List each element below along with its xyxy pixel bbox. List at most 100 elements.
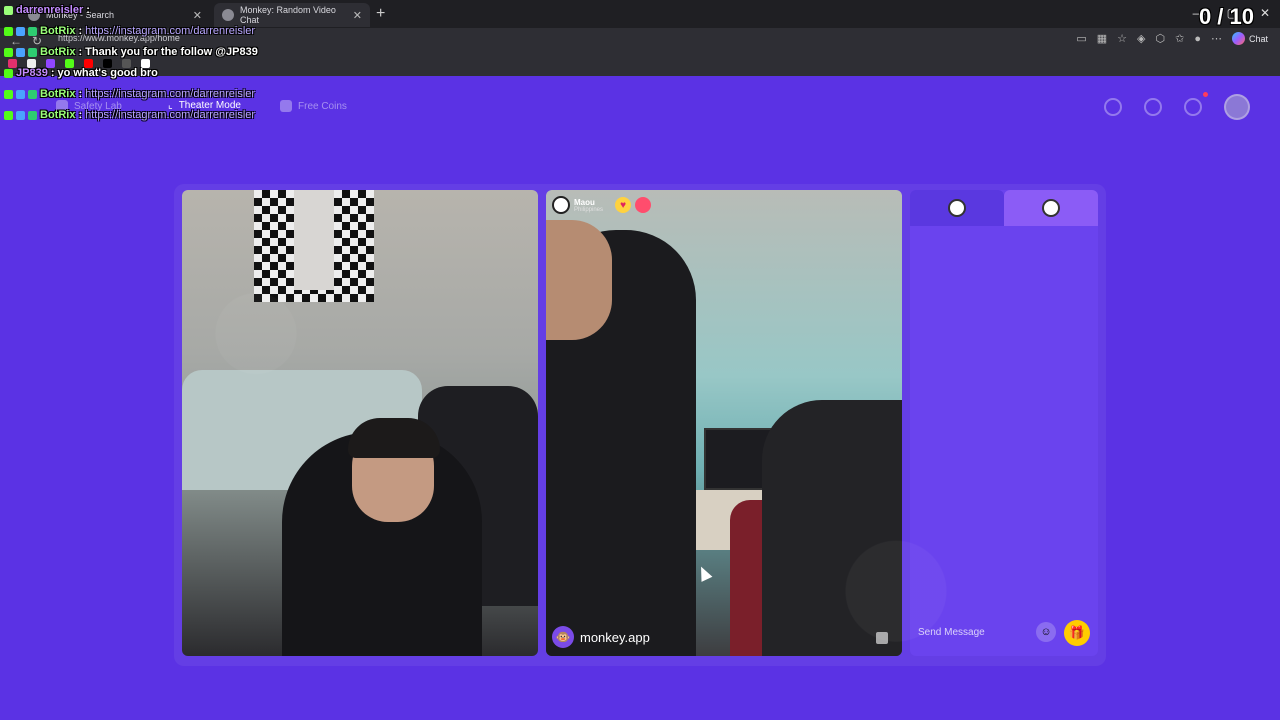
- peer-name: Maou: [574, 197, 595, 207]
- threads-icon: [122, 59, 131, 68]
- nav-label: Free Coins: [298, 100, 347, 112]
- copilot-chat-button[interactable]: Chat: [1231, 32, 1268, 45]
- chat-separator: :: [78, 25, 83, 37]
- send-flag: [294, 190, 334, 290]
- monkey-avatar-icon: [552, 196, 570, 214]
- close-window-icon[interactable]: ✕: [1260, 6, 1270, 20]
- nav-free-coins[interactable]: Free Coins: [280, 100, 347, 112]
- coin-icon: [280, 100, 292, 112]
- notification-dot: [1203, 92, 1208, 97]
- chat-text: https://instagram.com/darrenreisler: [85, 88, 256, 100]
- self-video: [182, 190, 538, 656]
- chat-user: BotRix: [40, 46, 76, 58]
- top-right-icons: [1104, 94, 1250, 120]
- kick-icon: [4, 47, 13, 57]
- chat-panel: Send Message ☺ 🎁: [910, 190, 1098, 656]
- user-avatar[interactable]: [1224, 94, 1250, 120]
- chat-message: BotRix : https://instagram.com/darrenrei…: [4, 109, 255, 121]
- chat-separator: :: [78, 109, 83, 121]
- twitch-icon: [46, 59, 55, 68]
- monkey-page: Safety Lab ⌞ Theater Mode Free Coins Mao…: [0, 76, 1280, 720]
- social-icons: [8, 59, 150, 68]
- favorites-icon[interactable]: ✩: [1175, 32, 1184, 45]
- kick-icon: [4, 26, 13, 36]
- monkey-logo-icon: 🐵: [552, 626, 574, 648]
- peer-badge[interactable]: Maou Philippines ♥: [552, 196, 652, 214]
- emoji-icon[interactable]: ☺: [1036, 622, 1056, 642]
- close-tab-icon[interactable]: ✕: [193, 9, 202, 22]
- bot-icon: [16, 47, 25, 57]
- new-tab-icon[interactable]: +: [376, 5, 385, 23]
- reaction-icon[interactable]: [635, 197, 652, 213]
- chat-separator: :: [78, 46, 83, 58]
- tab-peer[interactable]: [1004, 190, 1098, 226]
- tab-monkey[interactable]: Monkey: Random Video Chat ✕: [214, 3, 370, 27]
- camera-icon[interactable]: ▭: [1076, 32, 1086, 45]
- x-icon: [27, 59, 36, 68]
- history-icon[interactable]: [1144, 98, 1162, 116]
- verified-icon: [28, 26, 37, 36]
- send-message-input[interactable]: Send Message: [918, 627, 985, 638]
- chat-text: https://instagram.com/darrenreisler: [85, 25, 256, 37]
- browser-toolbar: ▭ ▦ ☆ ◈ ⬡ ✩ ● ⋯ Chat: [1076, 32, 1268, 45]
- chat-message: BotRix : Thank you for the follow @JP839: [4, 46, 258, 58]
- tab-favicon-icon: [222, 9, 234, 21]
- puzzle-icon[interactable]: ⬡: [1156, 32, 1166, 45]
- peer-jacket: [762, 400, 902, 656]
- chat-label: Chat: [1248, 33, 1268, 44]
- verified-icon: [28, 47, 37, 57]
- profile-icon[interactable]: ●: [1194, 33, 1201, 45]
- tiktok-icon: [103, 59, 112, 68]
- chat-separator: :: [50, 67, 55, 79]
- streamer-hair: [348, 418, 440, 458]
- messages-icon[interactable]: [1184, 98, 1202, 116]
- coins-icon[interactable]: [1104, 98, 1122, 116]
- monkey-watermark: 🐵 monkey.app: [552, 626, 650, 648]
- chat-message: JP839 : yo what's good bro: [4, 67, 158, 79]
- kick-icon: [4, 110, 13, 120]
- copilot-icon: [1231, 32, 1245, 45]
- tab-label: Monkey: Random Video Chat: [240, 5, 336, 25]
- instagram-icon: [8, 59, 17, 68]
- kick-logo-icon: [65, 59, 74, 68]
- verified-icon: [28, 110, 37, 120]
- discord-icon: [141, 59, 150, 68]
- peer-video: Maou Philippines ♥ 🐵 monkey.app: [546, 190, 902, 656]
- streamer-name: darrenreisler: [16, 4, 84, 16]
- peer-country: Philippines: [574, 206, 604, 213]
- chat-message: BotRix : https://instagram.com/darrenrei…: [4, 25, 255, 37]
- chat-separator: :: [78, 88, 83, 100]
- kick-icon: [4, 89, 13, 99]
- skip-icon[interactable]: [876, 632, 888, 644]
- close-tab-icon[interactable]: ✕: [353, 9, 362, 22]
- chat-user: BotRix: [40, 109, 76, 121]
- kick-icon: [4, 68, 13, 78]
- chat-user: BotRix: [40, 25, 76, 37]
- self-avatar-icon: [948, 199, 966, 217]
- peer-head: [546, 220, 612, 340]
- apps-icon[interactable]: ▦: [1097, 32, 1107, 45]
- platform-icon: [4, 5, 13, 15]
- more-icon[interactable]: ⋯: [1211, 32, 1222, 45]
- goal-counter: 0 / 10: [1198, 4, 1254, 29]
- bot-icon: [16, 89, 25, 99]
- browser-tab-bar: Monkey - Search ✕ Monkey: Random Video C…: [0, 0, 1280, 28]
- tab-self[interactable]: [910, 190, 1004, 226]
- chat-text: yo what's good bro: [57, 67, 158, 79]
- favorite-star-icon[interactable]: ☆: [1117, 32, 1127, 45]
- separator: :: [86, 4, 90, 16]
- streamer-label: darrenreisler :: [4, 4, 90, 16]
- chat-user: BotRix: [40, 88, 76, 100]
- peer-info: Maou Philippines: [574, 198, 603, 213]
- mouse-cursor-icon: [695, 564, 713, 582]
- chat-message: BotRix : https://instagram.com/darrenrei…: [4, 88, 255, 100]
- chat-user: JP839: [16, 67, 48, 79]
- extension-icon[interactable]: ◈: [1137, 32, 1145, 45]
- peer-avatar-icon: [1042, 199, 1060, 217]
- youtube-icon: [84, 59, 93, 68]
- gift-icon[interactable]: 🎁: [1064, 620, 1090, 646]
- heart-icon[interactable]: ♥: [615, 197, 632, 213]
- bot-icon: [16, 110, 25, 120]
- bot-icon: [16, 26, 25, 36]
- chat-text: https://instagram.com/darrenreisler: [85, 109, 256, 121]
